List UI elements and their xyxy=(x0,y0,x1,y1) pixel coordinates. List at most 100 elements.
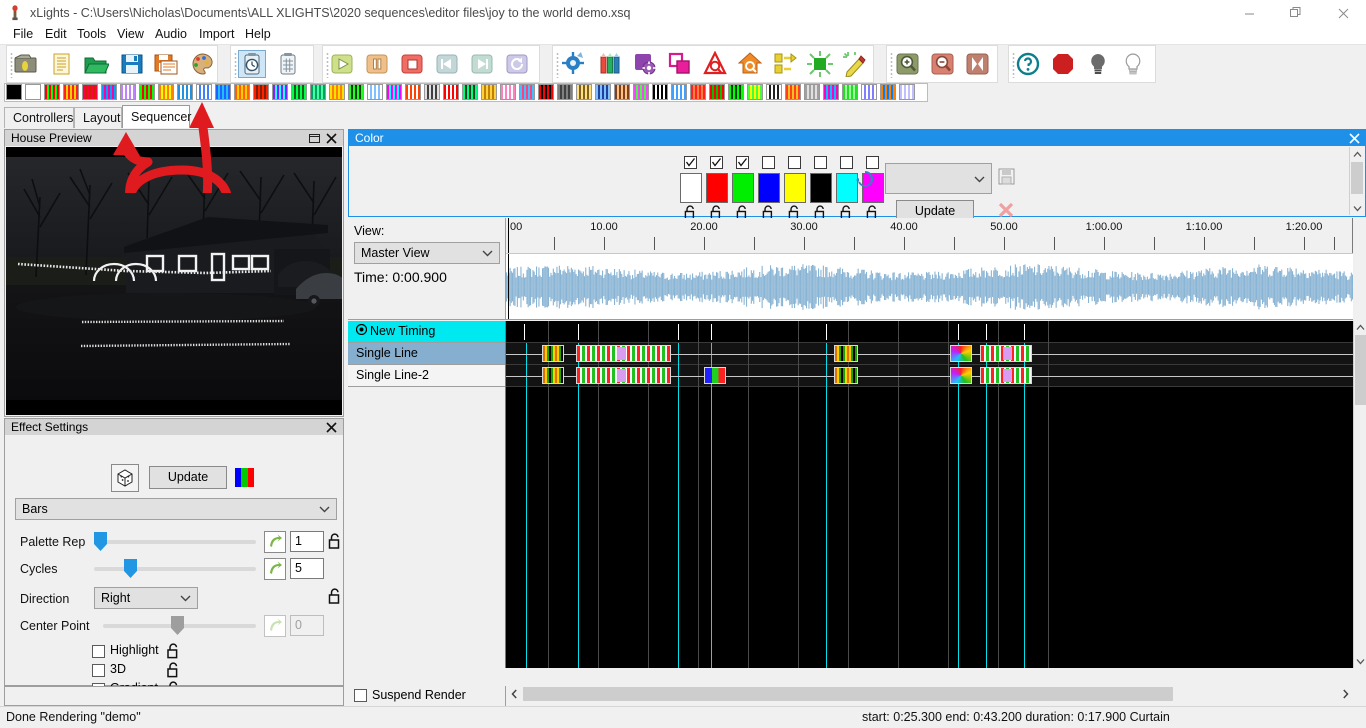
save-palette-icon[interactable] xyxy=(998,168,1016,186)
menu-item-audio[interactable]: Audio xyxy=(150,26,192,44)
row-header-new-timing[interactable]: New Timing xyxy=(348,321,505,343)
cycles-thumb[interactable] xyxy=(124,559,137,578)
palette-rep-slider[interactable] xyxy=(94,532,256,551)
effect-button-vu-meter[interactable] xyxy=(861,84,877,100)
color-swatch-5[interactable] xyxy=(810,173,832,203)
house-preview-canvas[interactable] xyxy=(6,147,342,415)
lights-on-icon[interactable] xyxy=(1119,50,1147,78)
new-document-icon[interactable] xyxy=(48,50,76,78)
effect-button-bars[interactable] xyxy=(44,84,60,100)
forward-icon[interactable] xyxy=(468,50,496,78)
toolbar-grip[interactable] xyxy=(890,52,893,78)
palette-rep-lock-icon[interactable] xyxy=(328,533,342,553)
palette-rep-thumb[interactable] xyxy=(94,532,107,551)
close-button[interactable] xyxy=(1320,0,1366,26)
effect-block-row1-3[interactable] xyxy=(950,345,972,362)
edit-effect-icon[interactable] xyxy=(841,50,869,78)
effect-grid[interactable] xyxy=(506,321,1353,668)
color-checkbox-0[interactable] xyxy=(684,156,697,169)
suspend-render-checkbox[interactable] xyxy=(354,689,367,702)
direction-combo[interactable]: Right xyxy=(94,587,198,609)
effect-button-life[interactable] xyxy=(329,84,345,100)
effect-button-lightning[interactable] xyxy=(348,84,364,100)
effect-button-tree[interactable] xyxy=(804,84,820,100)
effect-button-video[interactable] xyxy=(842,84,858,100)
pause-icon[interactable] xyxy=(363,50,391,78)
color-swatch-3[interactable] xyxy=(758,173,780,203)
effect-block-row1-2[interactable] xyxy=(834,345,858,362)
effect-block-row1-1[interactable] xyxy=(576,345,671,362)
checkbox-highlight[interactable] xyxy=(92,645,105,658)
effect-button-sketch[interactable] xyxy=(633,84,649,100)
scroll-down-icon[interactable] xyxy=(1354,655,1366,668)
color-panel-close-button[interactable] xyxy=(1347,131,1361,145)
effect-button-on[interactable] xyxy=(25,84,41,100)
zoom-out-icon[interactable] xyxy=(929,50,957,78)
grid-icon[interactable] xyxy=(274,50,302,78)
house-preview-float-button[interactable] xyxy=(307,131,321,145)
3d-cube-icon[interactable] xyxy=(111,464,139,492)
model-preview-icon[interactable] xyxy=(771,50,799,78)
effect-button-duplicate[interactable] xyxy=(158,84,174,100)
color-checkbox-6[interactable] xyxy=(840,156,853,169)
color-swatch-4[interactable] xyxy=(784,173,806,203)
replay-icon[interactable] xyxy=(503,50,531,78)
effect-button-text[interactable] xyxy=(785,84,801,100)
effect-button-warp[interactable] xyxy=(880,84,896,100)
color-checkbox-1[interactable] xyxy=(710,156,723,169)
color-crayons-icon[interactable] xyxy=(596,50,624,78)
effect-button-meteors[interactable] xyxy=(405,84,421,100)
play-icon[interactable] xyxy=(328,50,356,78)
palette-rep-reset-button[interactable] xyxy=(264,531,286,553)
center-point-slider[interactable] xyxy=(103,616,256,635)
effect-button-glediator[interactable] xyxy=(291,84,307,100)
menu-item-file[interactable]: File xyxy=(8,26,38,44)
effect-button-pinwheel[interactable] xyxy=(500,84,516,100)
row-header-single-line[interactable]: Single Line xyxy=(348,343,505,365)
color-checkbox-5[interactable] xyxy=(814,156,827,169)
chevron-left-icon[interactable] xyxy=(506,686,522,702)
color-checkbox-2[interactable] xyxy=(736,156,749,169)
effect-button-spirograph[interactable] xyxy=(709,84,725,100)
palette-rep-value[interactable]: 1 xyxy=(290,531,324,552)
center-point-thumb[interactable] xyxy=(171,616,184,635)
scroll-up-icon[interactable] xyxy=(1350,147,1364,161)
grid-row-timing[interactable] xyxy=(506,321,1353,343)
lock-icon-highlight[interactable] xyxy=(167,643,180,662)
cycles-reset-button[interactable] xyxy=(264,558,286,580)
effect-button-state[interactable] xyxy=(728,84,744,100)
timing-clock-icon[interactable] xyxy=(238,50,266,78)
effect-block-row2-3[interactable] xyxy=(834,367,858,384)
menu-item-tools[interactable]: Tools xyxy=(72,26,111,44)
direction-lock-icon[interactable] xyxy=(328,588,342,608)
palette-dropdown[interactable] xyxy=(885,163,992,194)
effect-button-snowstorm[interactable] xyxy=(671,84,687,100)
effect-type-combo[interactable]: Bars xyxy=(15,498,337,520)
effect-button-piano[interactable] xyxy=(462,84,478,100)
effect-button-galaxy[interactable] xyxy=(253,84,269,100)
effect-button-curtain[interactable] xyxy=(120,84,136,100)
menu-item-view[interactable]: View xyxy=(112,26,149,44)
effect-button-garlands[interactable] xyxy=(272,84,288,100)
tab-sequencer[interactable]: Sequencer xyxy=(122,105,191,128)
rgb-palette-icon[interactable] xyxy=(235,468,254,487)
help-icon[interactable] xyxy=(1014,50,1042,78)
effect-block-row1-4[interactable] xyxy=(980,345,1032,362)
effect-button-spirals[interactable] xyxy=(690,84,706,100)
effect-button-music[interactable] xyxy=(443,84,459,100)
cycles-slider[interactable] xyxy=(94,559,256,578)
effect-dropper-icon[interactable] xyxy=(806,50,834,78)
effect-button-dmx[interactable] xyxy=(139,84,155,100)
effect-button-tendril[interactable] xyxy=(766,84,782,100)
effect-button-shape[interactable] xyxy=(557,84,573,100)
color-swatch-2[interactable] xyxy=(732,173,754,203)
menu-item-edit[interactable]: Edit xyxy=(40,26,72,44)
cycles-value[interactable]: 5 xyxy=(290,558,324,579)
effect-button-plasma[interactable] xyxy=(519,84,535,100)
grid-hscrollbar[interactable] xyxy=(506,686,1353,702)
chevron-right-icon[interactable] xyxy=(1337,686,1353,702)
effect-block-row2-2[interactable] xyxy=(704,367,726,384)
effect-button-pictures[interactable] xyxy=(481,84,497,100)
scroll-up-icon[interactable] xyxy=(1354,321,1366,334)
effect-settings-close-button[interactable] xyxy=(324,420,338,434)
